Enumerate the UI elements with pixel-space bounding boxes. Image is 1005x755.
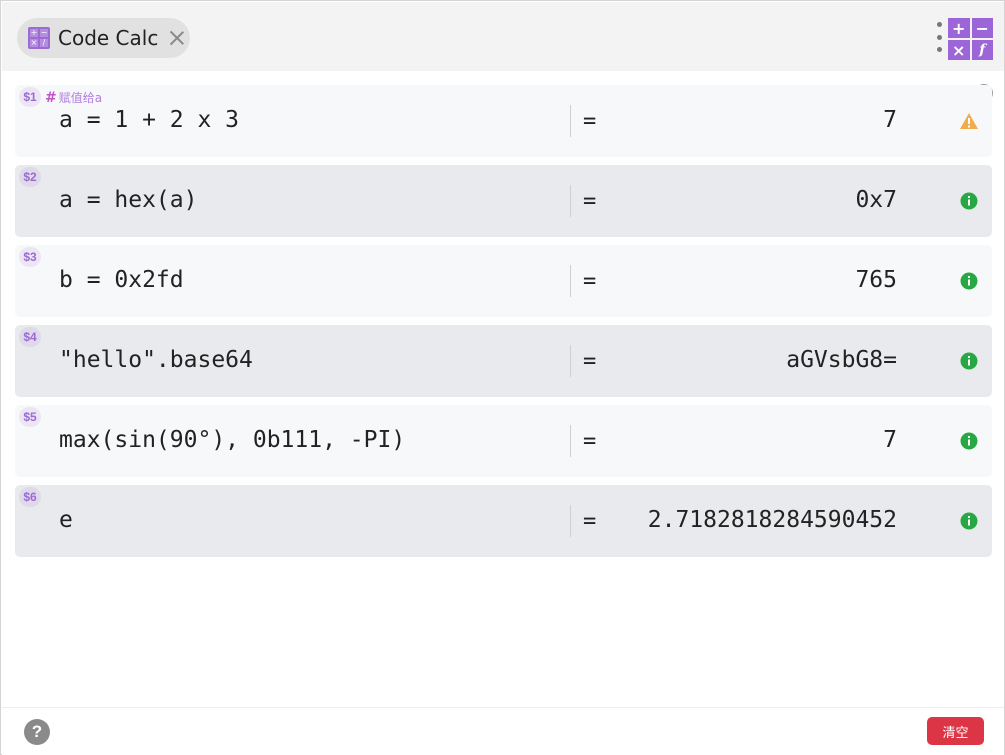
more-menu-icon[interactable]: [935, 22, 943, 52]
result-value: 7: [883, 427, 897, 453]
app-window: + − × / Code Calc + − × f $1 # 赋值给a a = 1…: [0, 0, 1005, 755]
equals-sign: =: [583, 269, 597, 294]
row-number: $4: [19, 327, 41, 347]
divider: [570, 185, 571, 217]
expression-input[interactable]: a = hex(a): [59, 187, 197, 213]
info-icon[interactable]: [959, 511, 979, 531]
minus-glyph: −: [40, 28, 48, 37]
times-glyph: ×: [948, 40, 970, 60]
tab-title: Code Calc: [58, 26, 159, 50]
divider: [570, 105, 571, 137]
top-bar: + − × / Code Calc + − × f: [2, 2, 1004, 71]
minus-glyph: −: [971, 18, 993, 38]
equals-sign: =: [583, 429, 597, 454]
calc-row[interactable]: $3 b = 0x2fd = 765: [15, 245, 992, 317]
divider: [570, 265, 571, 297]
info-icon[interactable]: [959, 351, 979, 371]
result-value: 0x7: [855, 187, 897, 213]
expression-input[interactable]: "hello".base64: [59, 347, 253, 373]
row-number: $6: [19, 487, 41, 507]
row-comment: # 赋值给a: [45, 89, 102, 106]
comment-text: 赋值给a: [58, 91, 103, 105]
expression-input[interactable]: a = 1 + 2 x 3: [59, 107, 239, 133]
clear-button[interactable]: 清空: [927, 717, 984, 745]
expression-input[interactable]: max(sin(90°), 0b111, -PI): [59, 427, 405, 453]
help-icon[interactable]: ?: [24, 719, 50, 745]
times-glyph: ×: [30, 38, 38, 47]
calc-row[interactable]: $5 max(sin(90°), 0b111, -PI) = 7: [15, 405, 992, 477]
calc-row[interactable]: $1 # 赋值给a a = 1 + 2 x 3 = 7: [15, 85, 992, 157]
close-icon[interactable]: [168, 29, 186, 47]
result-value: aGVsbG8=: [786, 347, 897, 373]
expression-input[interactable]: e: [59, 507, 73, 533]
divider: [570, 505, 571, 537]
result-value: 7: [883, 107, 897, 133]
plus-glyph: +: [30, 28, 38, 37]
plus-glyph: +: [948, 18, 970, 38]
equals-sign: =: [583, 349, 597, 374]
function-glyph: f: [971, 40, 993, 60]
row-number: $2: [19, 167, 41, 187]
info-icon[interactable]: [959, 191, 979, 211]
equals-sign: =: [583, 189, 597, 214]
result-value: 765: [855, 267, 897, 293]
expression-input[interactable]: b = 0x2fd: [59, 267, 184, 293]
tab-code-calc[interactable]: + − × / Code Calc: [17, 18, 190, 58]
app-logo-icon: + − × f: [948, 18, 993, 60]
calc-row[interactable]: $2 a = hex(a) = 0x7: [15, 165, 992, 237]
equals-sign: =: [583, 109, 597, 134]
calc-row[interactable]: $6 e = 2.7182818284590452: [15, 485, 992, 557]
info-icon[interactable]: [959, 271, 979, 291]
comment-mark: #: [45, 90, 57, 106]
row-number: $5: [19, 407, 41, 427]
row-number: $3: [19, 247, 41, 267]
row-number: $1: [19, 87, 41, 107]
result-value: 2.7182818284590452: [647, 507, 897, 533]
warning-icon[interactable]: [959, 111, 979, 131]
divide-glyph: /: [40, 39, 48, 47]
calculation-list: $1 # 赋值给a a = 1 + 2 x 3 = 7 $2 a = hex(a)…: [15, 85, 992, 565]
bottom-bar: ? 清空: [2, 707, 1004, 755]
info-icon[interactable]: [959, 431, 979, 451]
divider: [570, 425, 571, 457]
divider: [570, 345, 571, 377]
calculator-icon: + − × /: [28, 27, 50, 49]
equals-sign: =: [583, 509, 597, 534]
calc-row[interactable]: $4 "hello".base64 = aGVsbG8=: [15, 325, 992, 397]
